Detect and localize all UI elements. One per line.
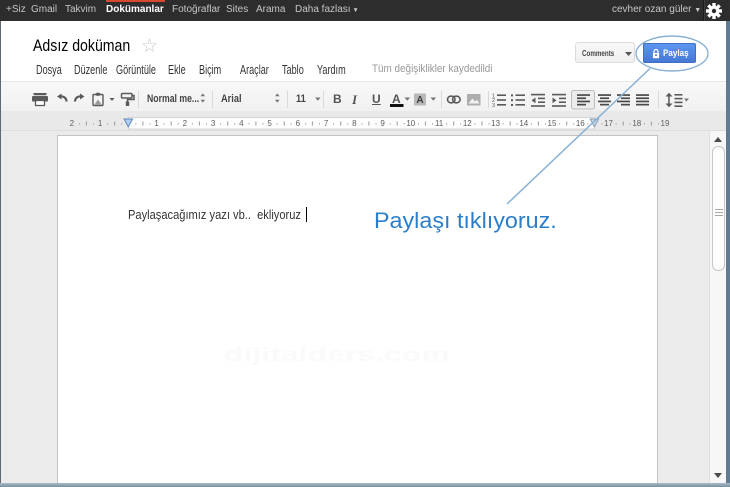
svg-text:12: 12: [463, 119, 472, 128]
svg-text:17: 17: [604, 119, 613, 128]
svg-text:10: 10: [406, 119, 415, 128]
svg-text:13: 13: [491, 119, 500, 128]
svg-text:7: 7: [324, 119, 329, 128]
svg-text:3: 3: [492, 103, 495, 109]
svg-text:5: 5: [267, 119, 272, 128]
svg-text:3: 3: [211, 119, 216, 128]
svg-text:1: 1: [98, 119, 103, 128]
svg-text:11: 11: [435, 119, 444, 128]
svg-text:A: A: [416, 95, 423, 106]
svg-text:2: 2: [70, 119, 75, 128]
svg-text:18: 18: [632, 119, 641, 128]
svg-text:9: 9: [380, 119, 385, 128]
svg-text:16: 16: [576, 119, 585, 128]
svg-text:6: 6: [296, 119, 301, 128]
svg-text:8: 8: [352, 119, 357, 128]
svg-text:4: 4: [239, 119, 244, 128]
svg-text:19: 19: [661, 119, 670, 128]
svg-text:14: 14: [519, 119, 528, 128]
svg-text:2: 2: [183, 119, 188, 128]
svg-text:15: 15: [548, 119, 557, 128]
svg-text:1: 1: [154, 119, 159, 128]
